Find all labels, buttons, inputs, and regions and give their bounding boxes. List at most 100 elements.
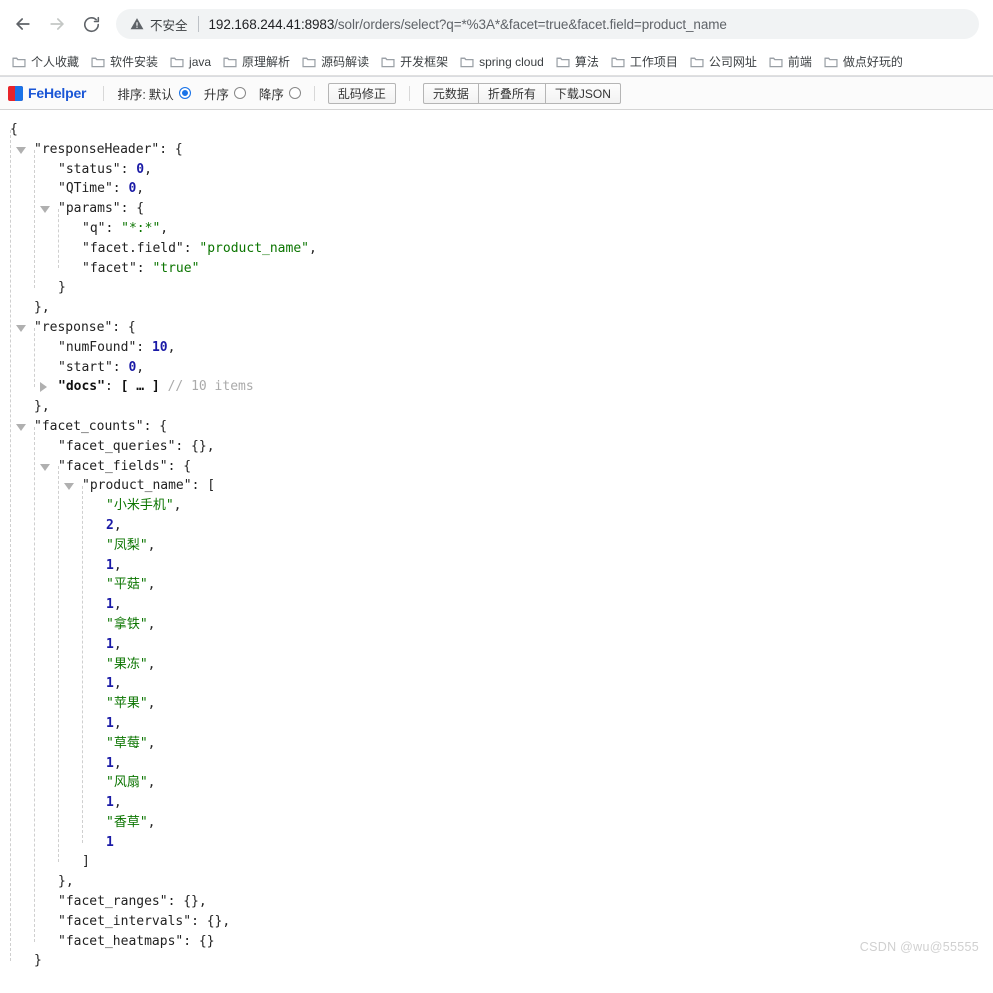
json-line-content: 1, bbox=[6, 595, 122, 615]
bookmark-label: 做点好玩的 bbox=[842, 55, 903, 69]
json-line: "params": { bbox=[6, 199, 993, 219]
bookmark-item[interactable]: 工作项目 bbox=[605, 51, 684, 73]
fehelper-toolbar: FeHelper 排序: 默认 升序 降序 乱码修正 元数据 折叠所有 下载JSON bbox=[0, 77, 993, 110]
json-token: : {} bbox=[183, 933, 215, 949]
json-token: "草莓" bbox=[106, 735, 148, 751]
json-line: "start": 0, bbox=[6, 358, 993, 378]
sort-option-1[interactable]: 升序 bbox=[204, 84, 246, 103]
reload-icon bbox=[82, 15, 101, 34]
bookmark-item[interactable]: spring cloud bbox=[454, 51, 550, 73]
action-button-1[interactable]: 折叠所有 bbox=[477, 82, 546, 104]
json-line-content: "果冻", bbox=[6, 655, 155, 675]
json-token: "facet" bbox=[82, 260, 137, 276]
json-token: , bbox=[173, 498, 182, 514]
json-token: , bbox=[147, 577, 156, 593]
json-token: , bbox=[144, 161, 152, 177]
json-token: "凤梨" bbox=[106, 537, 148, 553]
json-line: "facet_fields": { bbox=[6, 457, 993, 477]
json-line: "凤梨", bbox=[6, 536, 993, 556]
json-viewer[interactable]: {"responseHeader": {"status": 0, "QTime":… bbox=[0, 110, 993, 968]
bookmark-item[interactable]: 个人收藏 bbox=[6, 51, 85, 73]
fehelper-brand[interactable]: FeHelper bbox=[8, 85, 87, 101]
json-line: 1, bbox=[6, 556, 993, 576]
json-token: , bbox=[113, 676, 122, 692]
bookmark-item[interactable]: 原理解析 bbox=[217, 51, 296, 73]
json-token: : { bbox=[143, 418, 168, 434]
json-token: "风扇" bbox=[106, 775, 148, 791]
json-token: 2 bbox=[106, 517, 114, 533]
json-token: "docs" bbox=[58, 379, 105, 395]
json-line-content: "平菇", bbox=[6, 575, 155, 595]
json-line-content: "facet_counts": { bbox=[6, 417, 167, 437]
sort-option-2[interactable]: 降序 bbox=[259, 84, 301, 103]
arrow-right-icon bbox=[47, 14, 67, 34]
json-line-content: "q": "*:*", bbox=[6, 219, 168, 239]
json-token: 1 bbox=[106, 755, 114, 771]
collapse-triangle-icon[interactable] bbox=[16, 146, 26, 154]
bookmark-item[interactable]: 软件安装 bbox=[85, 51, 164, 73]
json-token: 0 bbox=[136, 161, 145, 177]
json-token: : bbox=[105, 220, 122, 236]
json-line: "facet_heatmaps": {} bbox=[6, 932, 993, 952]
json-token: : {}, bbox=[167, 894, 207, 910]
back-button[interactable] bbox=[8, 9, 38, 39]
bookmark-item[interactable]: 前端 bbox=[763, 51, 818, 73]
collapse-triangle-icon[interactable] bbox=[40, 206, 50, 214]
json-token: "平菇" bbox=[106, 577, 148, 593]
collapse-triangle-icon[interactable] bbox=[64, 483, 74, 491]
sort-option-label: 升序 bbox=[203, 87, 229, 102]
collapse-triangle-icon[interactable] bbox=[40, 463, 50, 471]
collapse-triangle-icon[interactable] bbox=[16, 423, 26, 431]
bookmark-item[interactable]: 开发框架 bbox=[375, 51, 454, 73]
url-host: 192.168.244.41:8983 bbox=[208, 16, 335, 32]
fix-encoding-button[interactable]: 乱码修正 bbox=[327, 82, 396, 104]
json-token: : { bbox=[159, 141, 183, 157]
json-token: "香草" bbox=[106, 814, 148, 830]
json-token: "拿铁" bbox=[106, 616, 148, 632]
radio-button-icon[interactable] bbox=[288, 87, 301, 99]
fehelper-brand-label: FeHelper bbox=[28, 85, 87, 101]
folder-icon bbox=[302, 55, 316, 68]
json-line-content: }, bbox=[6, 872, 74, 892]
json-line: 1, bbox=[6, 635, 993, 655]
reload-button[interactable] bbox=[76, 9, 106, 39]
json-line-content: 1, bbox=[6, 635, 122, 655]
json-token: : bbox=[104, 379, 121, 395]
json-token: : [ bbox=[191, 478, 216, 494]
folder-icon bbox=[381, 55, 395, 68]
forward-button[interactable] bbox=[42, 9, 72, 39]
folder-icon bbox=[12, 55, 26, 68]
radio-button-icon[interactable] bbox=[178, 87, 191, 99]
address-bar[interactable]: 不安全 192.168.244.41:8983/solr/orders/sele… bbox=[116, 9, 979, 39]
json-token: , bbox=[160, 220, 169, 236]
json-line-content: "QTime": 0, bbox=[6, 179, 144, 199]
bookmark-item[interactable]: 源码解读 bbox=[296, 51, 375, 73]
json-token: "facet_counts" bbox=[34, 418, 144, 434]
action-button-2[interactable]: 下载JSON bbox=[544, 82, 621, 104]
json-line-content: 2, bbox=[6, 516, 122, 536]
json-token: "true" bbox=[152, 260, 200, 276]
radio-button-icon[interactable] bbox=[233, 87, 246, 99]
json-line-content: 1, bbox=[6, 754, 122, 774]
json-line-content: "product_name": [ bbox=[6, 476, 215, 496]
json-token: , bbox=[147, 735, 156, 751]
json-token: : { bbox=[120, 201, 145, 217]
sort-option-label: 降序 bbox=[258, 87, 284, 102]
json-token: }, bbox=[58, 874, 74, 890]
bookmark-item[interactable]: 做点好玩的 bbox=[818, 51, 909, 73]
bookmark-item[interactable]: java bbox=[164, 51, 217, 73]
json-line-content: "facet_queries": {}, bbox=[6, 437, 215, 457]
bookmark-item[interactable]: 公司网址 bbox=[684, 51, 763, 73]
folder-icon bbox=[611, 55, 625, 68]
folder-icon bbox=[170, 55, 184, 68]
bookmark-item[interactable]: 算法 bbox=[550, 51, 605, 73]
json-line: "QTime": 0, bbox=[6, 179, 993, 199]
action-button-0[interactable]: 元数据 bbox=[422, 82, 479, 104]
json-line: } bbox=[6, 278, 993, 298]
sort-option-0[interactable]: 默认 bbox=[149, 84, 191, 103]
expand-triangle-icon[interactable] bbox=[40, 382, 47, 393]
folder-icon bbox=[223, 55, 237, 68]
collapse-triangle-icon[interactable] bbox=[16, 324, 26, 332]
bookmark-label: 公司网址 bbox=[708, 55, 757, 69]
json-token: ] bbox=[82, 854, 90, 870]
